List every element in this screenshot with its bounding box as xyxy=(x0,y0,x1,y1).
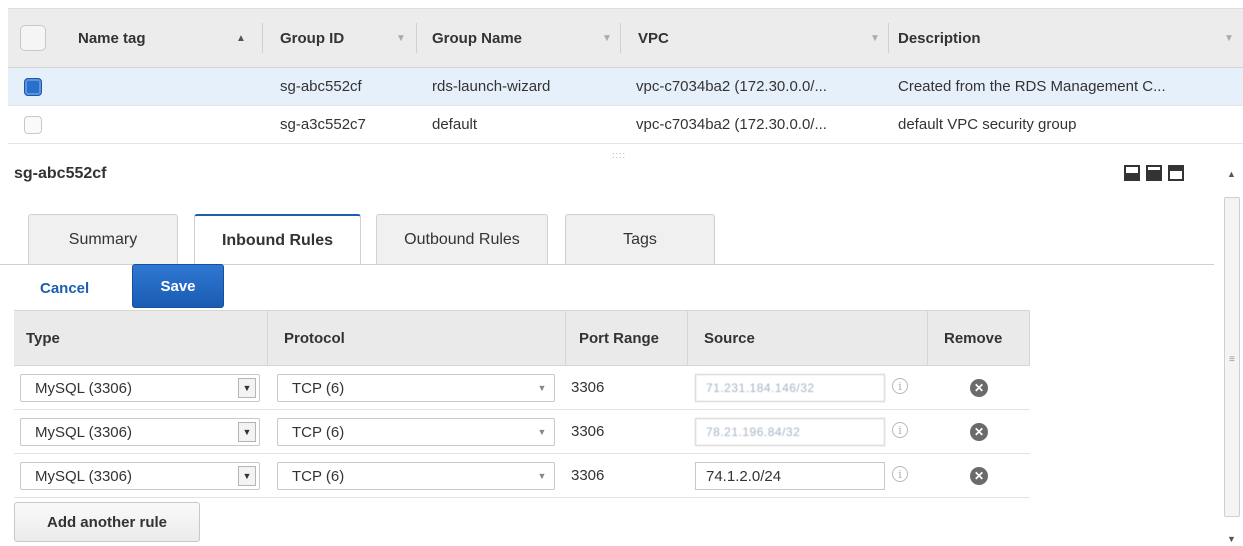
column-divider xyxy=(620,23,621,53)
group-id-cell: sg-a3c552c7 xyxy=(280,116,366,133)
scroll-thumb[interactable]: ≡ xyxy=(1224,197,1240,517)
column-header-port-range: Port Range xyxy=(579,329,660,347)
pane-layout-controls xyxy=(1124,165,1184,181)
row-checkbox[interactable] xyxy=(24,78,42,96)
column-header-group-id[interactable]: Group ID xyxy=(280,9,380,67)
cancel-button[interactable]: Cancel xyxy=(26,271,103,305)
type-select[interactable]: MySQL (3306) ▼ xyxy=(20,462,260,490)
scroll-up-icon[interactable]: ▲ xyxy=(1227,169,1236,179)
group-name-cell: default xyxy=(432,116,478,133)
port-range-value: 3306 xyxy=(571,379,605,396)
tab-tags[interactable]: Tags xyxy=(565,214,715,264)
column-header-source: Source xyxy=(704,329,755,347)
protocol-select-value: TCP (6) xyxy=(292,379,345,397)
inbound-rules-table: Type Protocol Port Range Source Remove M… xyxy=(14,310,1030,498)
port-range-value: 3306 xyxy=(571,467,605,484)
info-icon[interactable]: i xyxy=(892,422,908,438)
protocol-select[interactable]: TCP (6) ▼ xyxy=(277,418,555,446)
column-header-remove: Remove xyxy=(944,329,1003,347)
rules-header: Type Protocol Port Range Source Remove xyxy=(14,310,1030,366)
group-id-cell: sg-abc552cf xyxy=(280,78,362,95)
column-divider xyxy=(888,23,889,53)
scroll-down-icon[interactable]: ▼ xyxy=(1227,534,1236,544)
column-divider xyxy=(927,311,928,365)
column-divider xyxy=(262,23,263,53)
source-input[interactable]: 71.231.184.146/32 xyxy=(695,374,885,402)
protocol-select[interactable]: TCP (6) ▼ xyxy=(277,374,555,402)
remove-icon[interactable]: ✕ xyxy=(970,379,988,397)
description-cell: Created from the RDS Management C... xyxy=(898,78,1166,95)
source-input[interactable]: 74.1.2.0/24 xyxy=(695,462,885,490)
layout-top-icon[interactable] xyxy=(1168,165,1184,181)
tab-outbound-rules[interactable]: Outbound Rules xyxy=(376,214,548,264)
column-header-vpc[interactable]: VPC xyxy=(638,9,788,67)
sort-icon[interactable]: ▼ xyxy=(1224,33,1234,44)
row-checkbox[interactable] xyxy=(24,116,42,134)
dropdown-arrow-icon[interactable]: ▼ xyxy=(533,466,551,486)
dropdown-arrow-icon[interactable]: ▼ xyxy=(533,422,551,442)
column-divider xyxy=(1029,311,1030,365)
rule-row: MySQL (3306) ▼ TCP (6) ▼ 3306 78.21.196.… xyxy=(14,410,1030,454)
column-header-group-name[interactable]: Group Name xyxy=(432,9,582,67)
type-select-value: MySQL (3306) xyxy=(35,379,132,397)
column-header-protocol: Protocol xyxy=(284,329,345,347)
add-rule-button[interactable]: Add another rule xyxy=(14,502,200,542)
security-groups-table: Name tag ▲ Group ID ▼ Group Name ▼ VPC ▼… xyxy=(8,8,1243,144)
sort-icon[interactable]: ▼ xyxy=(602,33,612,44)
protocol-select-value: TCP (6) xyxy=(292,467,345,485)
protocol-select[interactable]: TCP (6) ▼ xyxy=(277,462,555,490)
column-header-description[interactable]: Description xyxy=(898,9,1098,67)
dropdown-arrow-icon[interactable]: ▼ xyxy=(238,378,256,398)
tab-summary[interactable]: Summary xyxy=(28,214,178,264)
protocol-select-value: TCP (6) xyxy=(292,423,345,441)
remove-icon[interactable]: ✕ xyxy=(970,467,988,485)
table-header: Name tag ▲ Group ID ▼ Group Name ▼ VPC ▼… xyxy=(8,8,1243,68)
type-select-value: MySQL (3306) xyxy=(35,423,132,441)
layout-bottom-icon[interactable] xyxy=(1124,165,1140,181)
select-all-checkbox[interactable] xyxy=(20,25,46,51)
tab-inbound-rules[interactable]: Inbound Rules xyxy=(194,214,361,265)
column-divider xyxy=(267,311,268,365)
detail-tabs: Summary Inbound Rules Outbound Rules Tag… xyxy=(14,214,1214,265)
layout-split-icon[interactable] xyxy=(1146,165,1162,181)
info-icon[interactable]: i xyxy=(892,378,908,394)
scroll-grip-icon: ≡ xyxy=(1229,354,1235,365)
column-header-type: Type xyxy=(26,329,60,347)
port-range-value: 3306 xyxy=(571,423,605,440)
sort-icon[interactable]: ▼ xyxy=(396,33,406,44)
info-icon[interactable]: i xyxy=(892,466,908,482)
sort-icon[interactable]: ▼ xyxy=(870,33,880,44)
dropdown-arrow-icon[interactable]: ▼ xyxy=(238,422,256,442)
rule-row: MySQL (3306) ▼ TCP (6) ▼ 3306 74.1.2.0/2… xyxy=(14,454,1030,498)
type-select[interactable]: MySQL (3306) ▼ xyxy=(20,374,260,402)
remove-icon[interactable]: ✕ xyxy=(970,423,988,441)
detail-title: sg-abc552cf xyxy=(14,165,107,182)
vpc-cell: vpc-c7034ba2 (172.30.0.0/... xyxy=(636,78,827,95)
type-select[interactable]: MySQL (3306) ▼ xyxy=(20,418,260,446)
description-cell: default VPC security group xyxy=(898,116,1077,133)
column-divider xyxy=(565,311,566,365)
sort-asc-icon[interactable]: ▲ xyxy=(236,33,246,44)
pane-resize-handle[interactable]: :::: xyxy=(612,150,626,160)
rule-row: MySQL (3306) ▼ TCP (6) ▼ 3306 71.231.184… xyxy=(14,366,1030,410)
save-button[interactable]: Save xyxy=(132,264,224,308)
dropdown-arrow-icon[interactable]: ▼ xyxy=(533,378,551,398)
table-row[interactable]: sg-a3c552c7 default vpc-c7034ba2 (172.30… xyxy=(8,106,1243,144)
column-divider xyxy=(416,23,417,53)
vertical-scrollbar[interactable]: ▲ ≡ ▼ xyxy=(1221,165,1243,546)
table-row[interactable]: sg-abc552cf rds-launch-wizard vpc-c7034b… xyxy=(8,68,1243,106)
dropdown-arrow-icon[interactable]: ▼ xyxy=(238,466,256,486)
vpc-cell: vpc-c7034ba2 (172.30.0.0/... xyxy=(636,116,827,133)
source-input[interactable]: 78.21.196.84/32 xyxy=(695,418,885,446)
column-divider xyxy=(687,311,688,365)
group-name-cell: rds-launch-wizard xyxy=(432,78,551,95)
type-select-value: MySQL (3306) xyxy=(35,467,132,485)
column-header-name-tag[interactable]: Name tag xyxy=(78,9,228,67)
